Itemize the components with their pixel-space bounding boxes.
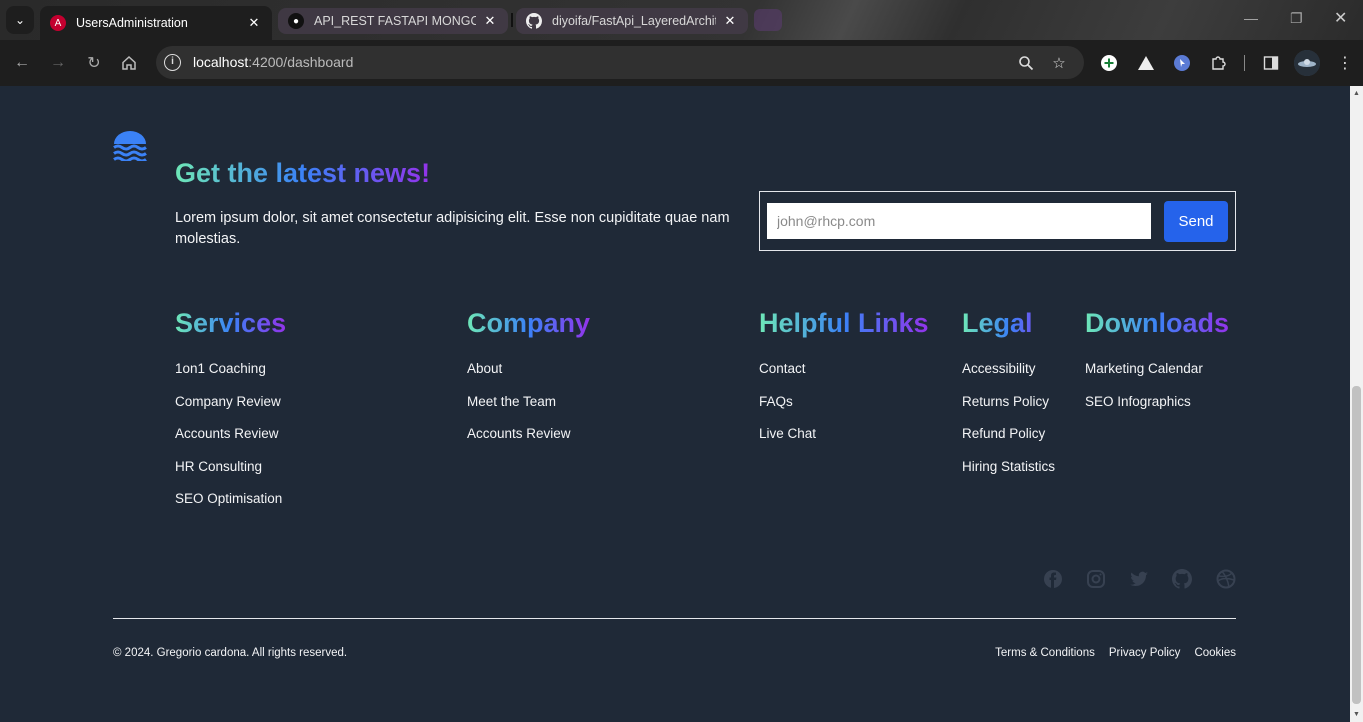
github-icon[interactable] (1172, 569, 1193, 589)
add-extension-icon[interactable] (1098, 52, 1120, 74)
waves-logo-icon[interactable] (113, 131, 147, 166)
newsletter-title: Get the latest news! (175, 158, 431, 188)
footer-link[interactable]: Marketing Calendar (1085, 361, 1229, 394)
column-heading: Helpful Links (759, 308, 929, 342)
address-bar[interactable]: i localhost:4200/dashboard ☆ (156, 46, 1084, 79)
services-column: Services 1on1 Coaching Company Review Ac… (175, 308, 286, 524)
browser-toolbar: ← → ↻ i localhost:4200/dashboard ☆ ⋮ (0, 40, 1363, 86)
home-icon[interactable] (118, 52, 140, 74)
restore-icon[interactable]: ❐ (1290, 10, 1303, 27)
email-input[interactable] (767, 203, 1151, 239)
site-info-icon[interactable]: i (164, 54, 181, 71)
forward-icon[interactable]: → (47, 52, 69, 74)
column-heading: Downloads (1085, 308, 1229, 342)
privacy-link[interactable]: Privacy Policy (1109, 647, 1181, 659)
tab-title: diyoifa/FastApi_LayeredArchitec (552, 14, 716, 28)
column-heading: Services (175, 308, 286, 342)
scroll-up-arrow-icon[interactable]: ▲ (1353, 90, 1360, 97)
close-tab-icon[interactable]: ✕ (246, 15, 262, 31)
angular-icon: A (50, 15, 66, 31)
footer-divider (113, 618, 1236, 619)
toolbar-separator (1244, 55, 1245, 71)
back-icon[interactable]: ← (11, 52, 33, 74)
bookmark-star-icon[interactable]: ☆ (1049, 53, 1069, 73)
cookies-link[interactable]: Cookies (1194, 647, 1236, 659)
profile-avatar[interactable] (1294, 50, 1320, 76)
footer-link[interactable]: Accessibility (962, 361, 1055, 394)
footer-link[interactable]: Live Chat (759, 426, 929, 459)
tab-api-rest[interactable]: ● API_REST FASTAPI MONGODB J ✕ (278, 8, 508, 34)
column-heading: Company (467, 308, 590, 342)
footer-link[interactable]: Company Review (175, 394, 286, 427)
legal-column: Legal Accessibility Returns Policy Refun… (962, 308, 1055, 491)
scrollbar-thumb[interactable] (1352, 386, 1361, 704)
footer-link[interactable]: About (467, 361, 590, 394)
chevron-down-icon: ⌄ (14, 13, 26, 27)
url-host: localhost (193, 54, 249, 70)
side-panel-icon[interactable] (1260, 52, 1282, 74)
footer-link[interactable]: Accounts Review (467, 426, 590, 459)
page-scrollbar[interactable]: ▲ ▼ (1350, 86, 1363, 722)
twitter-icon[interactable] (1129, 569, 1149, 589)
helpful-links-column: Helpful Links Contact FAQs Live Chat (759, 308, 929, 459)
footer-link[interactable]: Accounts Review (175, 426, 286, 459)
tab-github[interactable]: diyoifa/FastApi_LayeredArchitec ✕ (516, 8, 748, 34)
scroll-down-arrow-icon[interactable]: ▼ (1353, 711, 1360, 718)
bottom-links: Terms & Conditions Privacy Policy Cookie… (995, 647, 1236, 659)
tab-separator (511, 13, 513, 27)
tab-title: UsersAdministration (76, 16, 188, 30)
company-column: Company About Meet the Team Accounts Rev… (467, 308, 590, 459)
footer-link[interactable]: HR Consulting (175, 459, 286, 492)
cursor-extension-icon[interactable] (1171, 52, 1193, 74)
browser-tab-strip: ⌄ A UsersAdministration ✕ ● API_REST FAS… (0, 0, 1363, 40)
downloads-column: Downloads Marketing Calendar SEO Infogra… (1085, 308, 1229, 426)
send-button[interactable]: Send (1164, 201, 1228, 242)
tab-usersadministration[interactable]: A UsersAdministration ✕ (40, 6, 272, 40)
browser-menu-icon[interactable]: ⋮ (1334, 52, 1356, 74)
facebook-icon[interactable] (1043, 569, 1063, 589)
terms-link[interactable]: Terms & Conditions (995, 647, 1095, 659)
close-tab-icon[interactable]: ✕ (482, 13, 498, 29)
dribbble-icon[interactable] (1216, 569, 1236, 589)
notion-icon: ● (288, 13, 304, 29)
tab-title: API_REST FASTAPI MONGODB J (314, 14, 476, 28)
close-window-icon[interactable]: ✕ (1334, 8, 1347, 28)
drive-extension-icon[interactable] (1135, 52, 1157, 74)
newsletter-description: Lorem ipsum dolor, sit amet consectetur … (175, 210, 730, 247)
newsletter-form: Send (759, 191, 1236, 251)
column-heading: Legal (962, 308, 1055, 342)
footer-link[interactable]: Refund Policy (962, 426, 1055, 459)
footer-link[interactable]: 1on1 Coaching (175, 361, 286, 394)
extensions-puzzle-icon[interactable] (1207, 52, 1229, 74)
url-path: :4200/dashboard (248, 54, 354, 70)
zoom-icon[interactable] (1016, 53, 1036, 73)
url-text[interactable]: localhost:4200/dashboard (193, 54, 353, 70)
footer-link[interactable]: Contact (759, 361, 929, 394)
copyright-text: © 2024. Gregorio cardona. All rights res… (113, 647, 348, 659)
footer: Get the latest news! Lorem ipsum dolor, … (0, 86, 1350, 722)
github-icon (526, 13, 542, 29)
footer-link[interactable]: Returns Policy (962, 394, 1055, 427)
footer-link[interactable]: Meet the Team (467, 394, 590, 427)
footer-link[interactable]: SEO Infographics (1085, 394, 1229, 427)
close-tab-icon[interactable]: ✕ (722, 13, 738, 29)
instagram-icon[interactable] (1086, 569, 1106, 589)
tab-search-button[interactable]: ⌄ (6, 6, 34, 34)
minimize-icon[interactable]: — (1244, 10, 1258, 26)
footer-link[interactable]: FAQs (759, 394, 929, 427)
new-tab-button[interactable] (754, 9, 782, 31)
footer-link[interactable]: SEO Optimisation (175, 491, 286, 524)
footer-link[interactable]: Hiring Statistics (962, 459, 1055, 492)
reload-icon[interactable]: ↻ (83, 52, 105, 74)
